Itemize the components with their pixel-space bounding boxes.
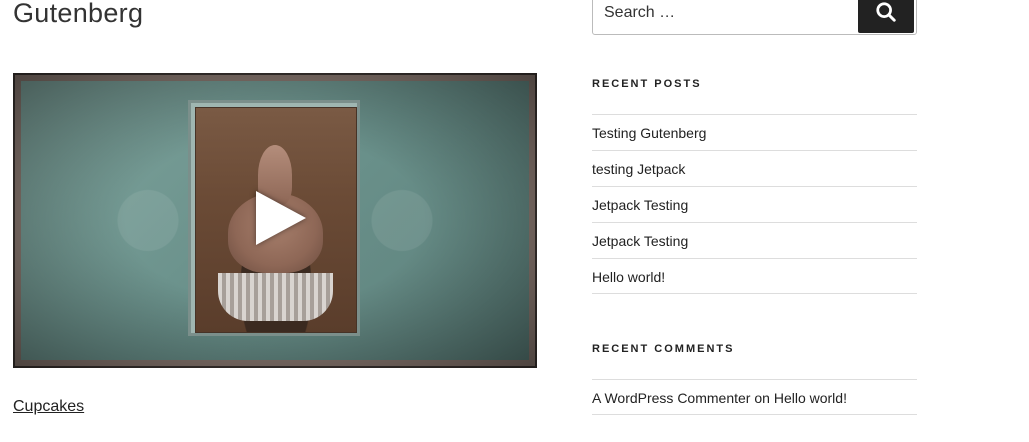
recent-post-link[interactable]: Hello world! [592, 269, 665, 285]
list-item: testing Jetpack [592, 150, 917, 186]
list-item: Jetpack Testing [592, 222, 917, 258]
search-icon [876, 1, 896, 22]
comment-post-link[interactable]: Hello world! [774, 390, 847, 406]
video-title-link[interactable]: Cupcakes [13, 398, 84, 416]
search-button[interactable] [858, 0, 914, 33]
comment-author-link[interactable]: A WordPress Commenter [592, 390, 750, 406]
play-icon[interactable] [256, 191, 306, 245]
video-player[interactable] [13, 73, 537, 368]
search-form [592, 0, 917, 35]
recent-posts-heading: Recent Posts [592, 78, 702, 90]
list-item: Testing Gutenberg [592, 114, 917, 150]
search-input[interactable] [604, 0, 844, 34]
list-item: Hello world! [592, 258, 917, 294]
list-item: A WordPress Commenter on Hello world! [592, 379, 917, 415]
recent-posts-list: Testing Gutenberg testing Jetpack Jetpac… [592, 114, 917, 294]
recent-post-link[interactable]: Testing Gutenberg [592, 125, 706, 141]
comment-on-text: on [754, 390, 770, 406]
recent-comments-list: A WordPress Commenter on Hello world! [592, 379, 917, 415]
cupcake-liner [218, 273, 333, 321]
recent-comments-heading: Recent Comments [592, 343, 735, 355]
recent-post-link[interactable]: Jetpack Testing [592, 197, 688, 213]
recent-post-link[interactable]: testing Jetpack [592, 161, 685, 177]
recent-post-link[interactable]: Jetpack Testing [592, 233, 688, 249]
page-title: Gutenberg [13, 0, 144, 28]
list-item: Jetpack Testing [592, 186, 917, 222]
